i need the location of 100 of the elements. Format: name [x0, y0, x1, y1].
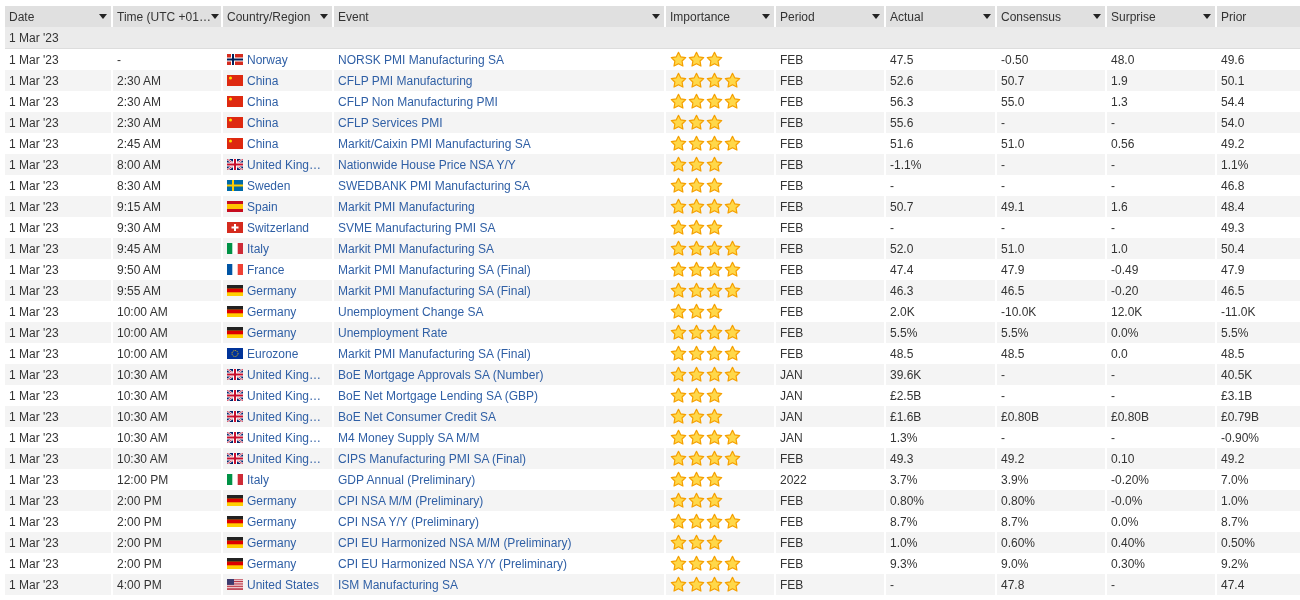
- table-cell: FEB: [776, 490, 886, 511]
- table-cell-text: 8.7%: [1220, 513, 1250, 531]
- country-link[interactable]: United King…: [247, 157, 322, 172]
- event-link[interactable]: CPI NSA Y/Y (Preliminary): [338, 514, 479, 529]
- country-link[interactable]: United King…: [247, 388, 322, 403]
- country-link[interactable]: Norway: [247, 52, 288, 67]
- event-link[interactable]: BoE Net Consumer Credit SA: [338, 409, 497, 424]
- event-link[interactable]: GDP Annual (Preliminary): [338, 472, 476, 487]
- star-icon: [724, 429, 741, 446]
- event-link[interactable]: Markit PMI Manufacturing SA (Final): [338, 262, 531, 277]
- event-link[interactable]: CIPS Manufacturing PMI SA (Final): [338, 451, 527, 466]
- table-cell: -: [997, 112, 1107, 133]
- country-link[interactable]: Germany: [247, 304, 297, 319]
- flag-icon: [227, 495, 243, 506]
- country-link[interactable]: Germany: [247, 325, 297, 340]
- caret-icon[interactable]: [652, 14, 660, 19]
- country-link[interactable]: United King…: [247, 451, 322, 466]
- star-icon: [706, 471, 723, 488]
- event-link[interactable]: CPI EU Harmonized NSA M/M (Preliminary): [338, 535, 572, 550]
- country-link[interactable]: Germany: [247, 493, 297, 508]
- table-cell-text: 47.9: [1220, 261, 1246, 279]
- event-link[interactable]: Markit PMI Manufacturing SA: [338, 241, 495, 256]
- table-cell: 1 Mar '23: [5, 364, 113, 385]
- country-link[interactable]: Germany: [247, 556, 297, 571]
- event-link[interactable]: SWEDBANK PMI Manufacturing SA: [338, 178, 531, 193]
- country-link[interactable]: United King…: [247, 367, 322, 382]
- table-cell: 0.0%: [1107, 322, 1217, 343]
- event-link[interactable]: BoE Mortgage Approvals SA (Number): [338, 367, 544, 382]
- event-link[interactable]: CPI EU Harmonized NSA Y/Y (Preliminary): [338, 556, 567, 571]
- event-link[interactable]: NORSK PMI Manufacturing SA: [338, 52, 505, 67]
- event-link[interactable]: CFLP Services PMI: [338, 115, 443, 130]
- star-icon: [706, 492, 723, 509]
- event-link[interactable]: BoE Net Mortgage Lending SA (GBP): [338, 388, 539, 403]
- star-icon: [670, 492, 687, 509]
- table-cell: 1 Mar '23: [5, 154, 113, 175]
- table-cell: FEB: [776, 322, 886, 343]
- event-link[interactable]: Unemployment Rate: [338, 325, 448, 340]
- country-link[interactable]: United King…: [247, 430, 322, 445]
- table-cell-text: -11.0K: [1220, 303, 1257, 321]
- star-icon: [670, 387, 687, 404]
- caret-icon[interactable]: [872, 14, 880, 19]
- event-link[interactable]: Markit/Caixin PMI Manufacturing SA: [338, 136, 531, 151]
- table-cell: -1.1%: [886, 154, 997, 175]
- star-icon: [724, 555, 741, 572]
- table-cell: 1 Mar '23: [5, 70, 113, 91]
- event-link[interactable]: CFLP Non Manufacturing PMI: [338, 94, 498, 109]
- country-link[interactable]: Italy: [247, 241, 269, 256]
- table-cell: FEB: [776, 448, 886, 469]
- country-link[interactable]: Switzerland: [247, 220, 310, 235]
- table-cell: FEB: [776, 574, 886, 595]
- table-cell: 10:00 AM: [113, 322, 223, 343]
- table-cell: £0.80B: [1107, 406, 1217, 427]
- star-icon: [706, 177, 723, 194]
- event-link[interactable]: Nationwide House Price NSA Y/Y: [338, 157, 516, 172]
- star-icon: [724, 345, 741, 362]
- table-cell-text: 47.4: [1220, 576, 1246, 594]
- star-icon: [688, 240, 705, 257]
- country-link[interactable]: China: [247, 73, 279, 88]
- country-link[interactable]: Italy: [247, 472, 269, 487]
- event-link[interactable]: Markit PMI Manufacturing SA (Final): [338, 346, 531, 361]
- country-link[interactable]: United King…: [247, 409, 322, 424]
- country-link[interactable]: France: [247, 262, 285, 277]
- table-cell: 46.3: [886, 280, 997, 301]
- table-cell: -: [1107, 154, 1217, 175]
- country-link[interactable]: Spain: [247, 199, 278, 214]
- star-icon: [670, 219, 687, 236]
- table-cell: 1 Mar '23: [5, 322, 113, 343]
- caret-icon[interactable]: [1203, 14, 1211, 19]
- table-cell: 2:30 AM: [113, 70, 223, 91]
- country-link[interactable]: United States: [247, 577, 320, 592]
- event-link[interactable]: Markit PMI Manufacturing: [338, 199, 475, 214]
- star-icon: [688, 177, 705, 194]
- star-icon: [706, 219, 723, 236]
- caret-icon[interactable]: [320, 14, 328, 19]
- country-link[interactable]: Sweden: [247, 178, 291, 193]
- caret-icon[interactable]: [1093, 14, 1101, 19]
- country-link[interactable]: Germany: [247, 535, 297, 550]
- flag-icon: [227, 96, 243, 107]
- flag-icon: [227, 453, 243, 464]
- table-cell: 1 Mar '23: [5, 112, 113, 133]
- country-link[interactable]: Eurozone: [247, 346, 299, 361]
- table-cell-text: 1.1%: [1220, 156, 1250, 174]
- caret-icon[interactable]: [762, 14, 770, 19]
- table-cell-text: 49.3: [1220, 219, 1246, 237]
- country-link[interactable]: Germany: [247, 283, 297, 298]
- caret-icon[interactable]: [210, 14, 219, 19]
- country-link[interactable]: China: [247, 115, 279, 130]
- country-link[interactable]: China: [247, 94, 279, 109]
- country-link[interactable]: Germany: [247, 514, 297, 529]
- table-cell-text: £3.1B: [1220, 387, 1254, 405]
- caret-icon[interactable]: [99, 14, 107, 19]
- event-link[interactable]: Unemployment Change SA: [338, 304, 484, 319]
- caret-icon[interactable]: [983, 14, 991, 19]
- event-link[interactable]: CPI NSA M/M (Preliminary): [338, 493, 484, 508]
- event-link[interactable]: CFLP PMI Manufacturing: [338, 73, 473, 88]
- event-link[interactable]: Markit PMI Manufacturing SA (Final): [338, 283, 531, 298]
- event-link[interactable]: SVME Manufacturing PMI SA: [338, 220, 496, 235]
- event-link[interactable]: ISM Manufacturing SA: [338, 577, 459, 592]
- country-link[interactable]: China: [247, 136, 279, 151]
- event-link[interactable]: M4 Money Supply SA M/M: [338, 430, 480, 445]
